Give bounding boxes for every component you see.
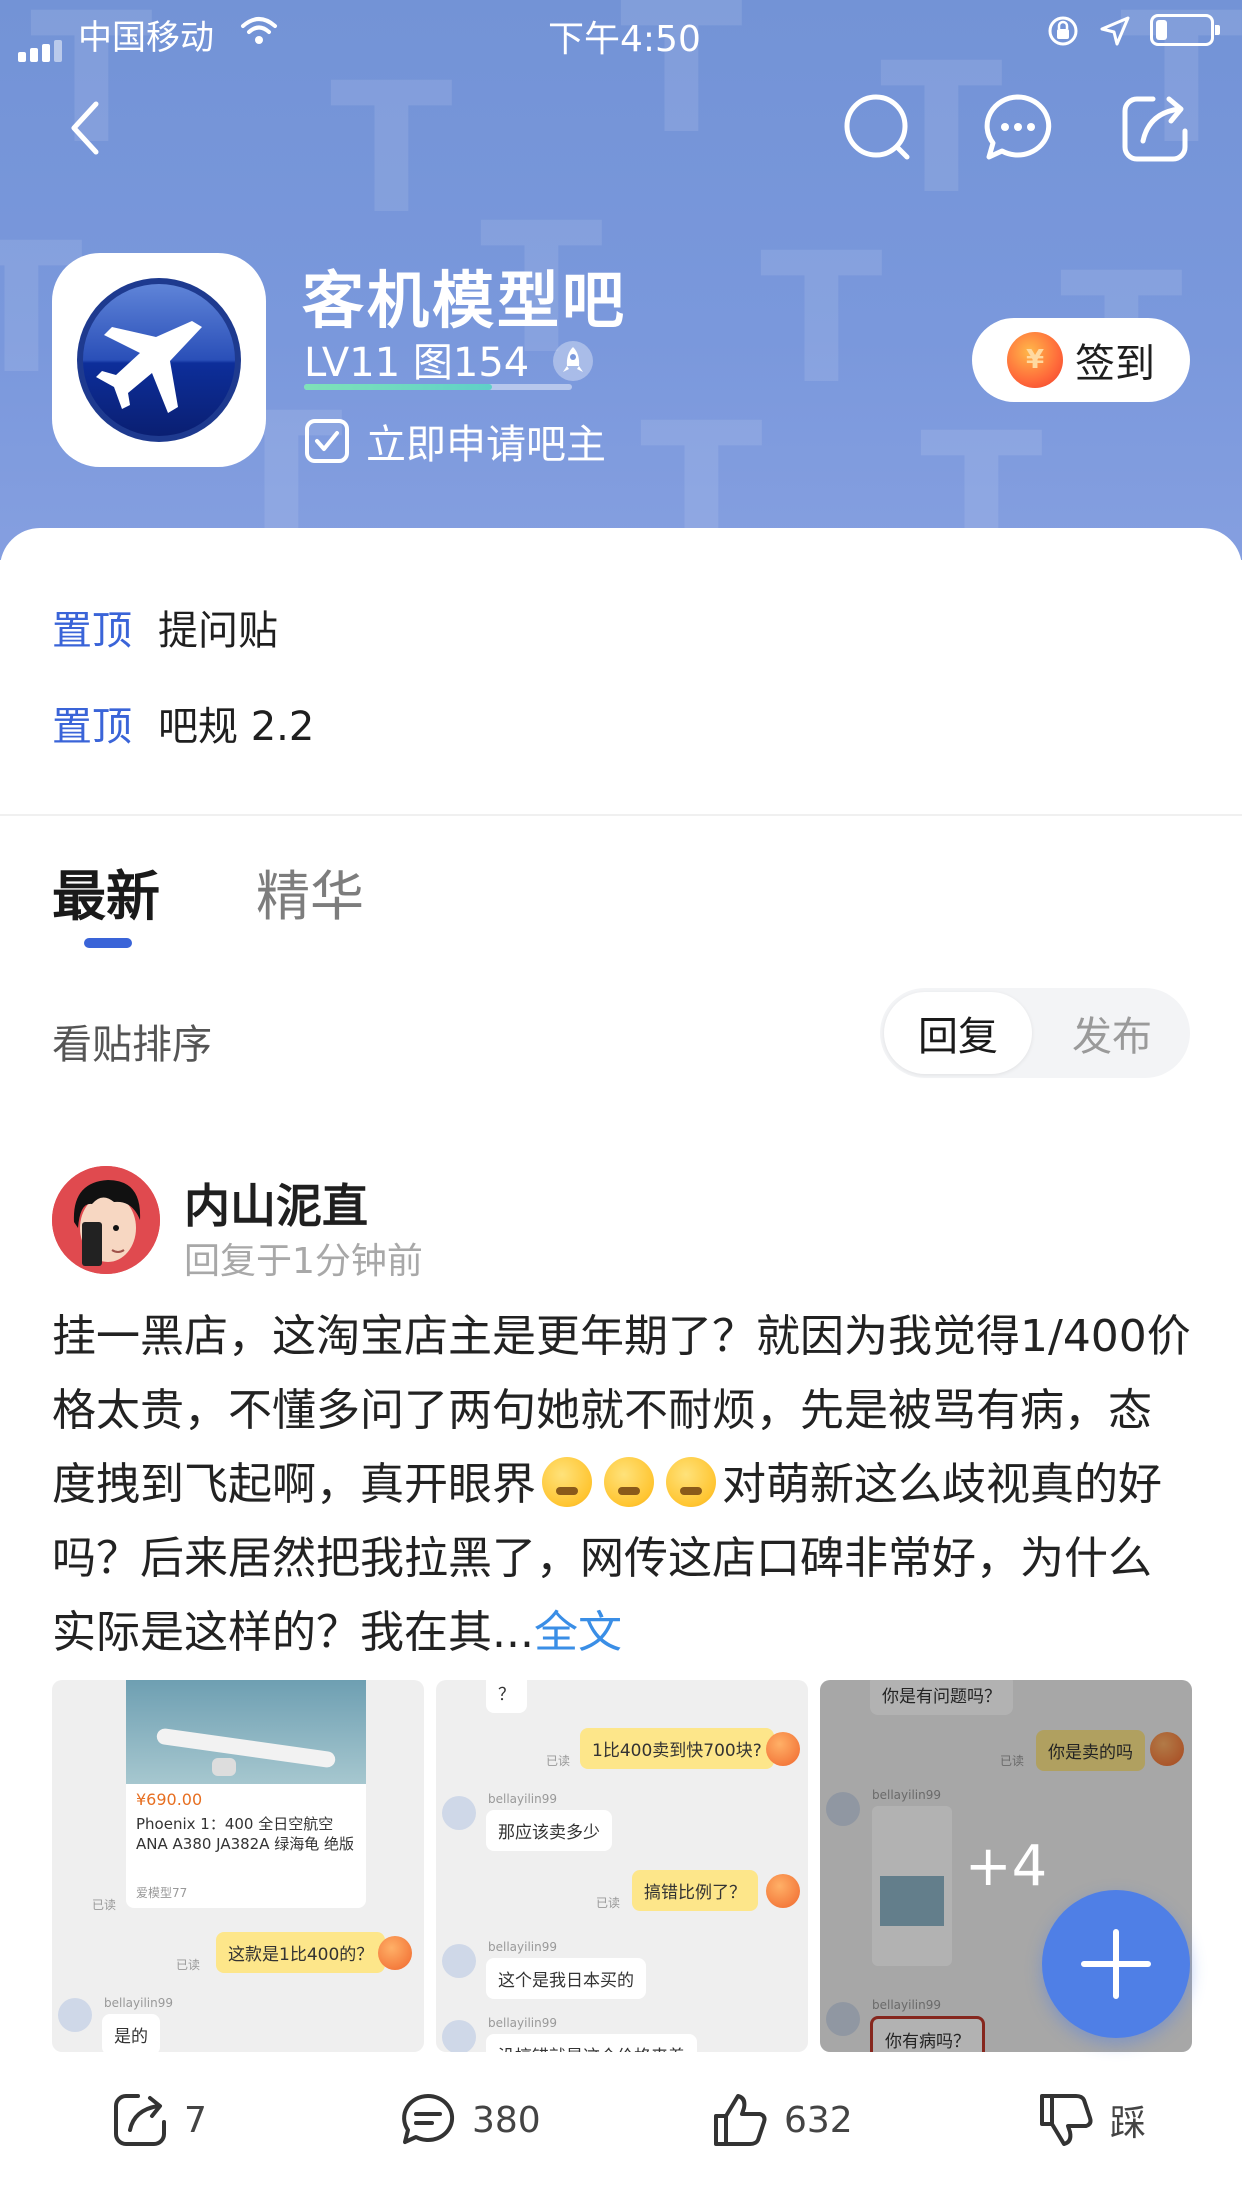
product-price: ¥690.00: [136, 1790, 203, 1809]
clock: 下午4:50: [548, 19, 701, 60]
chat-avatar: [766, 1732, 800, 1766]
sort-option-publish[interactable]: 发布: [1038, 988, 1186, 1078]
chat-message: 搞错比例了？: [632, 1870, 758, 1911]
sort-label: 看贴排序: [52, 1022, 212, 1068]
pinned-title: 提问贴: [158, 608, 278, 654]
emoji-icon: [666, 1457, 716, 1507]
post-time: 回复于1分钟前: [184, 1241, 423, 1282]
read-more-link[interactable]: 全文: [534, 1607, 622, 1658]
tab-featured[interactable]: 精华: [256, 852, 364, 931]
comment-icon: [402, 2093, 455, 2144]
checkin-label: 签到: [1075, 341, 1155, 387]
chat-avatar: [766, 1874, 800, 1908]
post-body[interactable]: 挂一黑店，这淘宝店主是更年期了？就因为我觉得1/400价格太贵，不懂多问了两句她…: [52, 1300, 1194, 1670]
pinned-title: 吧规 2.2: [158, 704, 315, 750]
dislike-label: 踩: [1110, 2103, 1147, 2144]
shop-name: 爱模型77: [136, 1886, 188, 1900]
user-avatar-image: [52, 1166, 160, 1274]
post-image-2[interactable]: ？ 已读 1比400卖到快700块? bellayilin99 那应该卖多少 已…: [436, 1680, 808, 2052]
read-receipt: 已读: [546, 1754, 571, 1768]
share-icon: [1122, 96, 1188, 162]
avatar[interactable]: [52, 1166, 160, 1274]
chat-avatar: [442, 1796, 476, 1830]
share-button[interactable]: [1116, 88, 1196, 168]
product-photo: [126, 1680, 366, 1784]
coin-icon: ¥: [1007, 332, 1063, 388]
product-name: Phoenix 1：400 全日空航空 ANA A380 JA382A 绿海龟 …: [136, 1815, 355, 1853]
checkin-button[interactable]: ¥ 签到: [972, 318, 1190, 402]
active-tab-indicator: [84, 938, 132, 948]
chat-username: bellayilin99: [104, 1996, 173, 2010]
battery-icon: [1150, 14, 1220, 46]
share-action[interactable]: 7: [110, 2090, 207, 2150]
like-count: 632: [784, 2099, 853, 2141]
post-author[interactable]: 内山泥直: [184, 1170, 368, 1236]
thumbs-down-icon: [1040, 2094, 1093, 2146]
chat-message: 是的: [102, 2014, 160, 2052]
chat-avatar: [378, 1936, 412, 1970]
level-progress-bar: [304, 384, 572, 390]
search-button[interactable]: [838, 88, 918, 168]
chat-message: 这款是1比400的？: [216, 1932, 386, 1973]
forum-level: LV11 图154: [304, 330, 594, 388]
carrier-name: 中国移动: [78, 18, 214, 58]
pinned-post-1[interactable]: 置顶 吧规 2.2: [52, 694, 314, 752]
chat-message: ？: [486, 1680, 527, 1713]
apply-owner-label: 立即申请吧主: [366, 422, 606, 468]
chat-message: 这个是我日本买的: [486, 1958, 646, 1999]
comment-count: 380: [472, 2099, 541, 2141]
chevron-left-icon: [71, 101, 99, 155]
status-bar: 中国移动 下午4:50: [0, 0, 1242, 62]
chat-message: 那应该卖多少: [486, 1810, 612, 1851]
signal-icon: [18, 22, 66, 62]
chat-avatar: [442, 1944, 476, 1978]
pinned-tag: 置顶: [52, 704, 132, 750]
thumbs-up-icon: [714, 2094, 767, 2146]
pinned-post-0[interactable]: 置顶 提问贴: [52, 598, 278, 656]
comment-action[interactable]: 380: [398, 2090, 541, 2150]
pinned-tag: 置顶: [52, 608, 132, 654]
chat-avatar: [58, 1998, 92, 2032]
read-receipt: 已读: [176, 1958, 201, 1972]
rocket-icon: [552, 341, 593, 381]
forum-header: T T T T T T T T T T T T 中国移动 下午4:50: [0, 0, 1242, 560]
chat-username: bellayilin99: [488, 2016, 557, 2030]
like-action[interactable]: 632: [710, 2090, 853, 2150]
section-divider: [0, 814, 1242, 816]
tab-latest[interactable]: 最新: [52, 852, 160, 931]
forum-logo: [52, 253, 266, 467]
location-icon: [1100, 16, 1130, 46]
share-icon: [114, 2094, 166, 2146]
share-count: 7: [184, 2099, 207, 2141]
airplane-logo-icon: [77, 278, 241, 442]
forum-title: 客机模型吧: [302, 264, 628, 337]
sort-toggle: 回复 发布: [880, 988, 1190, 1078]
search-icon: [844, 94, 910, 160]
forum-level-text: LV11 图154: [304, 340, 530, 386]
dislike-action[interactable]: 踩: [1036, 2090, 1146, 2150]
post-image-1[interactable]: ¥690.00 Phoenix 1：400 全日空航空 ANA A380 JA3…: [52, 1680, 424, 2052]
read-receipt: 已读: [596, 1896, 621, 1910]
chat-username: bellayilin99: [488, 1940, 557, 1954]
product-card: ¥690.00 Phoenix 1：400 全日空航空 ANA A380 JA3…: [126, 1680, 366, 1908]
sort-option-reply[interactable]: 回复: [884, 992, 1032, 1074]
chat-username: bellayilin99: [488, 1792, 557, 1806]
messages-button[interactable]: [978, 88, 1058, 168]
back-button[interactable]: [46, 88, 126, 168]
level-progress-fill: [304, 384, 492, 390]
chat-avatar: [442, 2020, 476, 2052]
rotation-lock-icon: [1048, 16, 1078, 46]
wifi-icon: [241, 17, 277, 44]
chat-message: 1比400卖到快700块?: [580, 1728, 774, 1769]
plus-icon: [1081, 1929, 1151, 1999]
emoji-icon: [542, 1457, 592, 1507]
read-receipt: 已读: [92, 1898, 117, 1912]
checkbox-icon: [305, 419, 349, 463]
new-post-button[interactable]: [1042, 1890, 1190, 2038]
apply-owner-link[interactable]: 立即申请吧主: [304, 412, 606, 470]
emoji-icon: [604, 1457, 654, 1507]
chat-message: 没搞错就是这个价格来着: [486, 2034, 697, 2052]
chat-bubble-icon: [984, 94, 1052, 160]
